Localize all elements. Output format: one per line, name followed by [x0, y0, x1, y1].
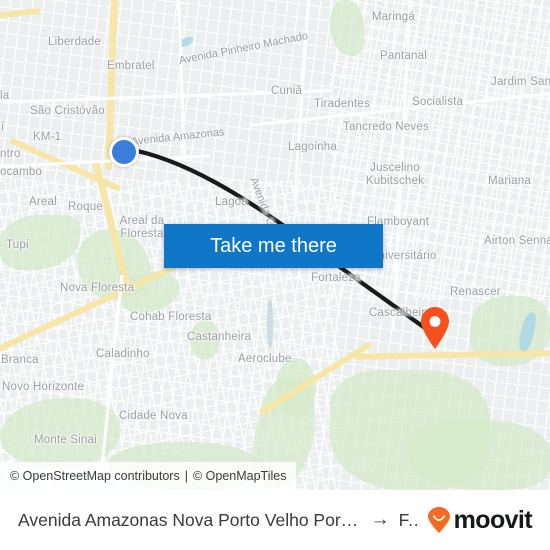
place-label: Socialista: [412, 96, 464, 108]
place-label: Jardim Santana: [491, 76, 550, 88]
attribution-separator: |: [184, 469, 188, 483]
place-label: Tupi: [6, 239, 29, 251]
moovit-wordmark: moovit: [453, 505, 533, 534]
place-label: Cuniã: [271, 85, 303, 97]
place-label-clipped: ocambo: [0, 166, 43, 178]
origin-dot[interactable]: [109, 137, 139, 167]
take-me-there-button[interactable]: Take me there: [164, 224, 383, 268]
place-label: Branca: [1, 354, 39, 366]
place-label-clipped: í: [1, 121, 5, 133]
arrow-right-icon: →: [370, 509, 390, 530]
place-label: Aeroclube: [238, 353, 292, 365]
moovit-map-screen: Avenida Pinheiro Machado Avenida Amazona…: [0, 0, 550, 550]
trip-summary: Avenida Amazonas Nova Porto Velho Porto …: [18, 509, 421, 531]
place-label: Airton Senna: [484, 235, 550, 247]
place-label: Maringá: [372, 11, 415, 23]
place-label: Cohab Floresta: [130, 311, 212, 323]
place-label-clipped: ntro: [0, 148, 21, 160]
place-label: Embratel: [107, 60, 155, 72]
place-label: KM-1: [33, 131, 62, 143]
place-label: Mariana: [488, 175, 531, 187]
place-label: Renascer: [450, 286, 501, 298]
moovit-logo[interactable]: moovit: [427, 505, 533, 535]
trip-footer: Avenida Amazonas Nova Porto Velho Porto …: [0, 490, 550, 550]
destination-pin[interactable]: [420, 307, 450, 349]
place-label: Pantanal: [380, 50, 427, 62]
map-view[interactable]: Avenida Pinheiro Machado Avenida Amazona…: [0, 0, 550, 490]
place-label: Lagoa: [215, 196, 248, 208]
place-label: Nova Floresta: [60, 282, 135, 294]
place-label: Cidade Nova: [119, 410, 188, 422]
attribution-maptiles[interactable]: © OpenMapTiles: [193, 469, 287, 483]
place-label: Castanheira: [187, 331, 252, 343]
place-label: Areal: [29, 196, 57, 208]
place-label: São Cristóvão: [30, 105, 105, 117]
place-label: Fortaleza: [311, 272, 361, 284]
attribution-osm[interactable]: © OpenStreetMap contributors: [10, 469, 180, 483]
place-label: Caladinho: [96, 348, 150, 360]
moovit-pin-icon: [427, 507, 450, 533]
place-label: Liberdade: [48, 36, 101, 48]
trip-destination-label: F...: [398, 509, 421, 530]
place-label: Roque: [68, 201, 103, 213]
place-label-clipped: la: [0, 90, 10, 102]
place-label: Juscelino Kubitschek: [365, 162, 425, 187]
trip-origin-label: Avenida Amazonas Nova Porto Velho Porto …: [18, 509, 362, 530]
map-attribution: © OpenStreetMap contributors | © OpenMap…: [0, 462, 297, 490]
place-label: Monte Sinai: [34, 434, 97, 446]
place-label: Lagoinha: [288, 141, 337, 153]
place-label: Tiradentes: [314, 98, 370, 110]
place-label: Tancredo Neves: [343, 121, 429, 133]
place-label: Novo Horizonte: [2, 381, 85, 393]
